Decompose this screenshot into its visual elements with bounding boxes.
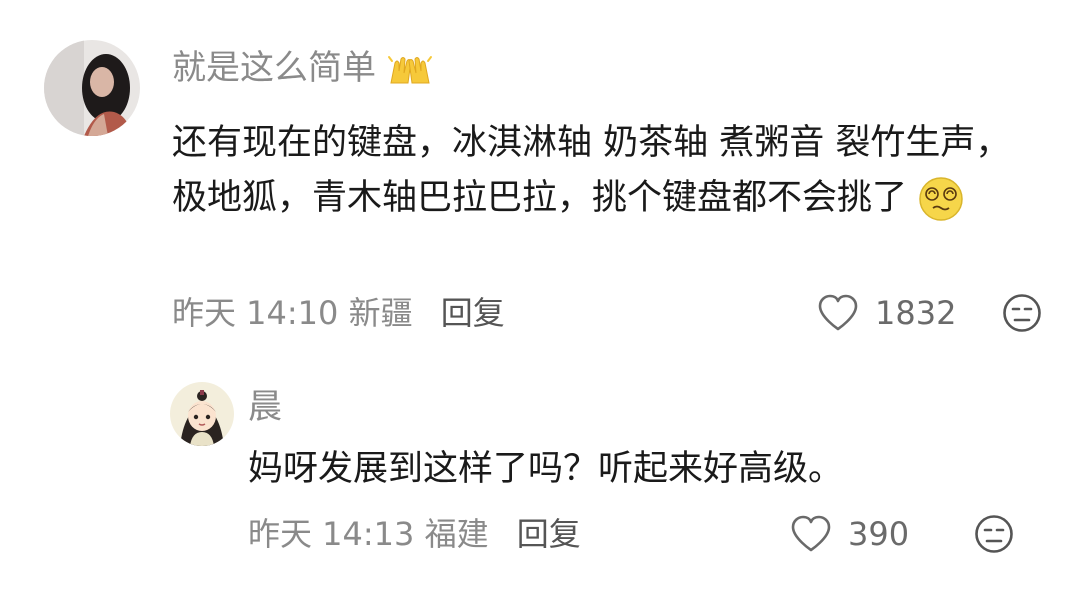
username[interactable]: 就是这么简单 xyxy=(172,42,433,94)
user-avatar-photo-icon xyxy=(44,40,140,136)
comment-meta: 昨天 14:13 福建 回复 390 xyxy=(248,509,1018,559)
avatar[interactable] xyxy=(44,40,140,136)
clapping-hands-emoji-icon xyxy=(387,55,432,83)
like-button[interactable]: 390 xyxy=(790,509,909,559)
reply-button[interactable]: 回复 xyxy=(441,288,505,338)
timestamp: 昨天 14:10 xyxy=(172,294,339,332)
avatar[interactable] xyxy=(170,382,234,446)
timestamp: 昨天 14:13 xyxy=(248,515,415,553)
comment-text-content: 还有现在的键盘，冰淇淋轴 奶茶轴 煮粥音 裂竹生声，极地狐，青木轴巴拉巴拉，挑个… xyxy=(172,123,1011,218)
heart-outline-icon xyxy=(791,515,831,552)
heart-outline-icon xyxy=(818,294,858,331)
username-text: 就是这么简单 xyxy=(172,48,376,88)
comment-text: 妈呀发展到这样了吗？听起来好高级。 xyxy=(248,449,844,489)
location: 福建 xyxy=(424,515,489,553)
dizzy-face-emoji-icon xyxy=(919,177,963,221)
like-count: 1832 xyxy=(875,294,957,332)
comment-meta: 昨天 14:10 新疆 回复 1832 xyxy=(172,288,1042,338)
time-location: 昨天 14:13 福建 回复 xyxy=(248,509,581,559)
comment-text: 还有现在的键盘，冰淇淋轴 奶茶轴 煮粥音 裂竹生声，极地狐，青木轴巴拉巴拉，挑个… xyxy=(172,116,1022,226)
location: 新疆 xyxy=(348,294,413,332)
neutral-face-icon xyxy=(1003,294,1041,332)
like-count: 390 xyxy=(848,515,910,553)
emoji-reaction-button[interactable] xyxy=(1002,293,1042,333)
user-avatar-cartoon-icon xyxy=(170,382,234,446)
reply-comment: 晨 妈呀发展到这样了吗？听起来好高级。 昨天 14:13 福建 回复 390 xyxy=(170,376,1050,576)
comment: 就是这么简单 还有现在的键盘，冰淇淋轴 奶茶轴 煮粥音 裂竹生声，极地狐，青木轴… xyxy=(44,36,1044,336)
emoji-reaction-button[interactable] xyxy=(974,514,1014,554)
neutral-face-icon xyxy=(975,515,1013,553)
time-location: 昨天 14:10 新疆 回复 xyxy=(172,288,505,338)
reply-button[interactable]: 回复 xyxy=(517,509,581,559)
like-button[interactable]: 1832 xyxy=(817,288,956,338)
username[interactable]: 晨 xyxy=(248,382,282,432)
